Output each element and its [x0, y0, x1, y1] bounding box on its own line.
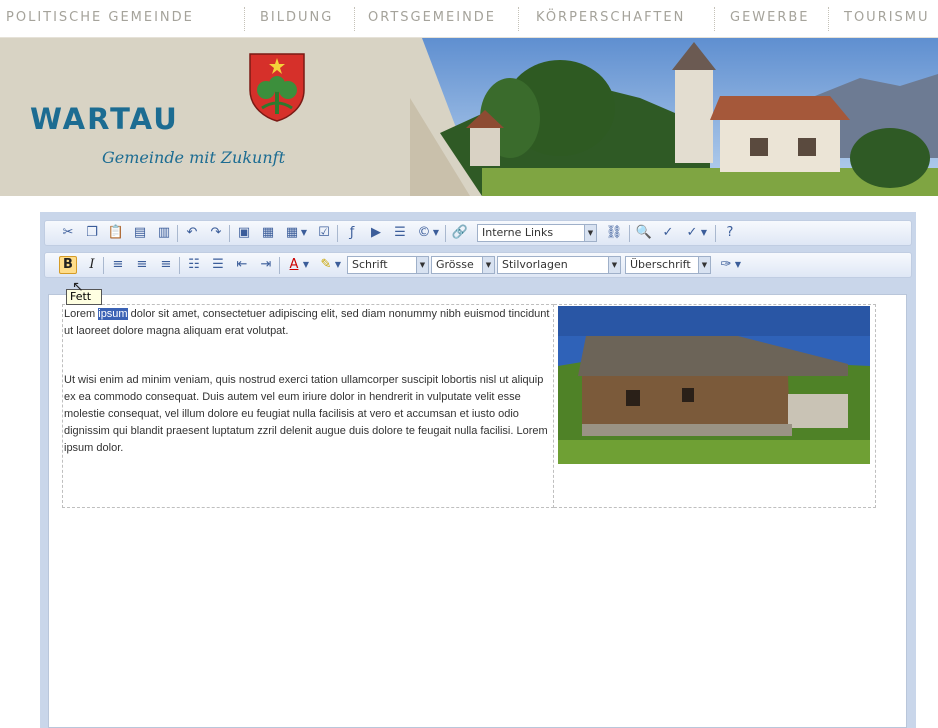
list-icon[interactable]: ☰ [391, 224, 409, 242]
help-icon[interactable]: ? [721, 224, 739, 242]
align-left-icon[interactable]: ≡ [109, 256, 127, 274]
toolbar-separator [337, 225, 338, 242]
paragraph-1-rest: dolor sit amet, consectetuer adipiscing … [64, 308, 550, 337]
nav-tourismus[interactable]: TOURISMU [844, 10, 930, 25]
site-logo-text[interactable]: WARTAU [30, 102, 179, 136]
nav-gewerbe[interactable]: GEWERBE [730, 10, 810, 25]
ordered-list-icon[interactable]: ☷ [185, 256, 203, 274]
nav-politische-gemeinde[interactable]: POLITISCHE GEMEINDE [6, 10, 194, 25]
undo-icon[interactable]: ↶ [183, 224, 201, 242]
selected-text: ipsum [98, 308, 128, 320]
redo-icon[interactable]: ↷ [207, 224, 225, 242]
toolbar-separator [179, 257, 180, 274]
editor-toolbar-row-1: ✂ ❐ 📋 ▤ ▥ ↶ ↷ ▣ ▦ ▦ ▼ ☑ ƒ ▶ ☰ © ▼ 🔗 Inte… [44, 220, 912, 246]
nav-separator [244, 7, 245, 31]
unordered-list-icon[interactable]: ☰ [209, 256, 227, 274]
toolbar-separator [445, 225, 446, 242]
paste-word-icon[interactable]: ▥ [155, 224, 173, 242]
toolbar-separator [279, 257, 280, 274]
align-right-icon[interactable]: ≡ [157, 256, 175, 274]
paste-icon[interactable]: 📋 [107, 224, 125, 242]
highlight-dropdown-icon[interactable]: ▼ [333, 256, 343, 274]
nav-separator [518, 7, 519, 31]
nav-ortsgemeinde[interactable]: ORTSGEMEINDE [368, 10, 496, 25]
cut-icon[interactable]: ✂ [59, 224, 77, 242]
header-banner: WARTAU Gemeinde mit Zukunft [0, 38, 938, 196]
chevron-down-icon[interactable]: ▼ [698, 257, 710, 273]
chevron-down-icon[interactable]: ▼ [608, 257, 620, 273]
spellcheck-icon[interactable]: ✓ [659, 224, 677, 242]
font-select[interactable]: Schrift ▼ [347, 256, 429, 274]
size-select[interactable]: Grösse ▼ [431, 256, 495, 274]
clean-format-dropdown-icon[interactable]: ▼ [733, 256, 743, 274]
spellcheck-dropdown-icon[interactable]: ▼ [699, 224, 709, 242]
font-select-value: Schrift [352, 258, 388, 271]
toolbar-separator [229, 225, 230, 242]
chevron-down-icon[interactable]: ▼ [584, 225, 596, 241]
find-replace-icon[interactable]: 🔍 [635, 224, 653, 242]
mouse-pointer-icon: ↖ [72, 279, 84, 295]
internal-links-select[interactable]: Interne Links ▼ [477, 224, 597, 242]
align-center-icon[interactable]: ≡ [133, 256, 151, 274]
top-navigation: POLITISCHE GEMEINDE BILDUNG ORTSGEMEINDE… [0, 0, 938, 38]
bold-button[interactable]: B [59, 256, 77, 274]
hyperlink-icon[interactable]: 🔗 [451, 224, 469, 242]
toolbar-separator [715, 225, 716, 242]
paragraph-1-start: Lorem [64, 308, 99, 320]
nav-separator [828, 7, 829, 31]
styles-select-value: Stilvorlagen [502, 258, 568, 271]
nav-bildung[interactable]: BILDUNG [260, 10, 333, 25]
symbol-dropdown-icon[interactable]: ▼ [431, 224, 441, 242]
coat-of-arms-icon [249, 53, 305, 122]
remove-link-icon[interactable]: ⛓ [605, 224, 623, 242]
indent-icon[interactable]: ⇥ [257, 256, 275, 274]
styles-select[interactable]: Stilvorlagen ▼ [497, 256, 621, 274]
size-select-value: Grösse [436, 258, 474, 271]
paragraph-1: Lorem ipsum dolor sit amet, consectetuer… [64, 306, 550, 340]
village-church-photo [410, 38, 938, 196]
media-icon[interactable]: ▦ [259, 224, 277, 242]
chevron-down-icon[interactable]: ▼ [416, 257, 428, 273]
font-color-dropdown-icon[interactable]: ▼ [301, 256, 311, 274]
nav-separator [714, 7, 715, 31]
heading-select[interactable]: Überschrift ▼ [625, 256, 711, 274]
nav-koerperschaften[interactable]: KÖRPERSCHAFTEN [536, 10, 685, 25]
table-dropdown-icon[interactable]: ▼ [299, 224, 309, 242]
editor-toolbar-row-2: B I ≡ ≡ ≡ ☷ ☰ ⇤ ⇥ A ▼ ✎ ▼ Schrift ▼ Grös… [44, 252, 912, 278]
nav-separator [354, 7, 355, 31]
toolbar-separator [103, 257, 104, 274]
image-icon[interactable]: ▣ [235, 224, 253, 242]
chevron-down-icon[interactable]: ▼ [482, 257, 494, 273]
outdent-icon[interactable]: ⇤ [233, 256, 251, 274]
italic-button[interactable]: I [83, 256, 101, 274]
paragraph-2: Ut wisi enim ad minim veniam, quis nostr… [64, 374, 548, 454]
media-player-icon[interactable]: ▶ [367, 224, 385, 242]
copy-icon[interactable]: ❐ [83, 224, 101, 242]
toolbar-separator [629, 225, 630, 242]
flash-icon[interactable]: ƒ [343, 224, 361, 242]
heading-select-value: Überschrift [630, 258, 691, 271]
internal-links-value: Interne Links [482, 226, 554, 239]
toolbar-separator [177, 225, 178, 242]
form-icon[interactable]: ☑ [315, 224, 333, 242]
wooden-barn-photo[interactable] [558, 306, 870, 464]
paste-text-icon[interactable]: ▤ [131, 224, 149, 242]
site-slogan: Gemeinde mit Zukunft [102, 148, 285, 167]
